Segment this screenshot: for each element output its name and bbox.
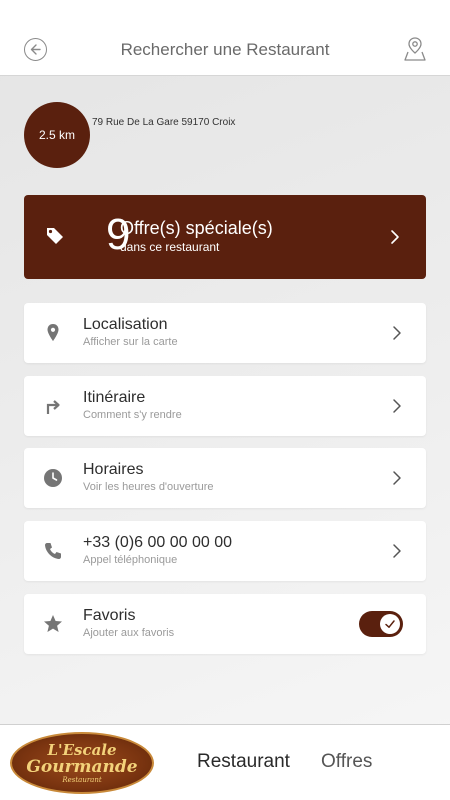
chevron-right-icon (393, 544, 401, 558)
map-location-icon (404, 37, 426, 61)
favorites-label: Favoris (83, 607, 136, 624)
logo-line2: Gourmande (26, 756, 138, 777)
price-tag-icon (47, 228, 63, 244)
page-title: Rechercher une Restaurant (120, 40, 330, 59)
restaurant-logo[interactable]: L'Escale Gourmande Restaurant (10, 732, 154, 794)
location-pin-icon (47, 324, 59, 341)
bottom-navigation: L'Escale Gourmande Restaurant Restaurant… (0, 724, 450, 800)
itinerary-label: Itinéraire (83, 389, 146, 406)
itinerary-sublabel: Comment s'y rendre (83, 409, 182, 421)
opening-hours-row[interactable]: Horaires Voir les heures d'ouverture (24, 448, 426, 508)
phone-number: +33 (0)6 00 00 00 00 (83, 534, 233, 551)
favorite-toggle[interactable] (359, 611, 403, 637)
offers-subtitle: dans ce restaurant (120, 240, 220, 254)
chevron-right-icon (391, 230, 399, 244)
favorites-row: Favoris Ajouter aux favoris (24, 594, 426, 654)
turn-right-arrow-icon (46, 400, 60, 414)
chevron-right-icon (393, 399, 401, 413)
phone-sublabel: Appel téléphonique (83, 554, 178, 566)
clock-icon (44, 469, 62, 487)
special-offers-card[interactable]: 9 Offre(s) spéciale(s) dans ce restauran… (24, 195, 426, 279)
nav-offres[interactable]: Offres (321, 751, 372, 773)
toggle-knob (380, 614, 400, 634)
location-row[interactable]: Localisation Afficher sur la carte (24, 303, 426, 363)
opening-hours-sublabel: Voir les heures d'ouverture (83, 481, 214, 493)
restaurant-address: 79 Rue De La Gare 59170 Croix (92, 117, 236, 128)
phone-icon (45, 543, 61, 559)
chevron-right-icon (393, 326, 401, 340)
checkmark-icon (385, 620, 395, 628)
logo-line1: L'Escale (47, 740, 117, 759)
location-sublabel: Afficher sur la carte (83, 336, 178, 348)
location-label: Localisation (83, 316, 168, 333)
distance-badge: 2.5 km (24, 102, 90, 168)
phone-row[interactable]: +33 (0)6 00 00 00 00 Appel téléphonique (24, 521, 426, 581)
favorites-sublabel: Ajouter aux favoris (83, 627, 175, 639)
offers-title: Offre(s) spéciale(s) (120, 218, 273, 238)
star-icon (44, 615, 62, 632)
map-pin-button[interactable] (404, 36, 426, 62)
nav-restaurant[interactable]: Restaurant (197, 751, 290, 773)
distance-value: 2.5 km (38, 128, 75, 142)
logo-line3: Restaurant (62, 775, 102, 784)
itinerary-row[interactable]: Itinéraire Comment s'y rendre (24, 376, 426, 436)
header-bar: Rechercher une Restaurant (0, 0, 450, 76)
opening-hours-label: Horaires (83, 461, 144, 478)
chevron-right-icon (393, 471, 401, 485)
